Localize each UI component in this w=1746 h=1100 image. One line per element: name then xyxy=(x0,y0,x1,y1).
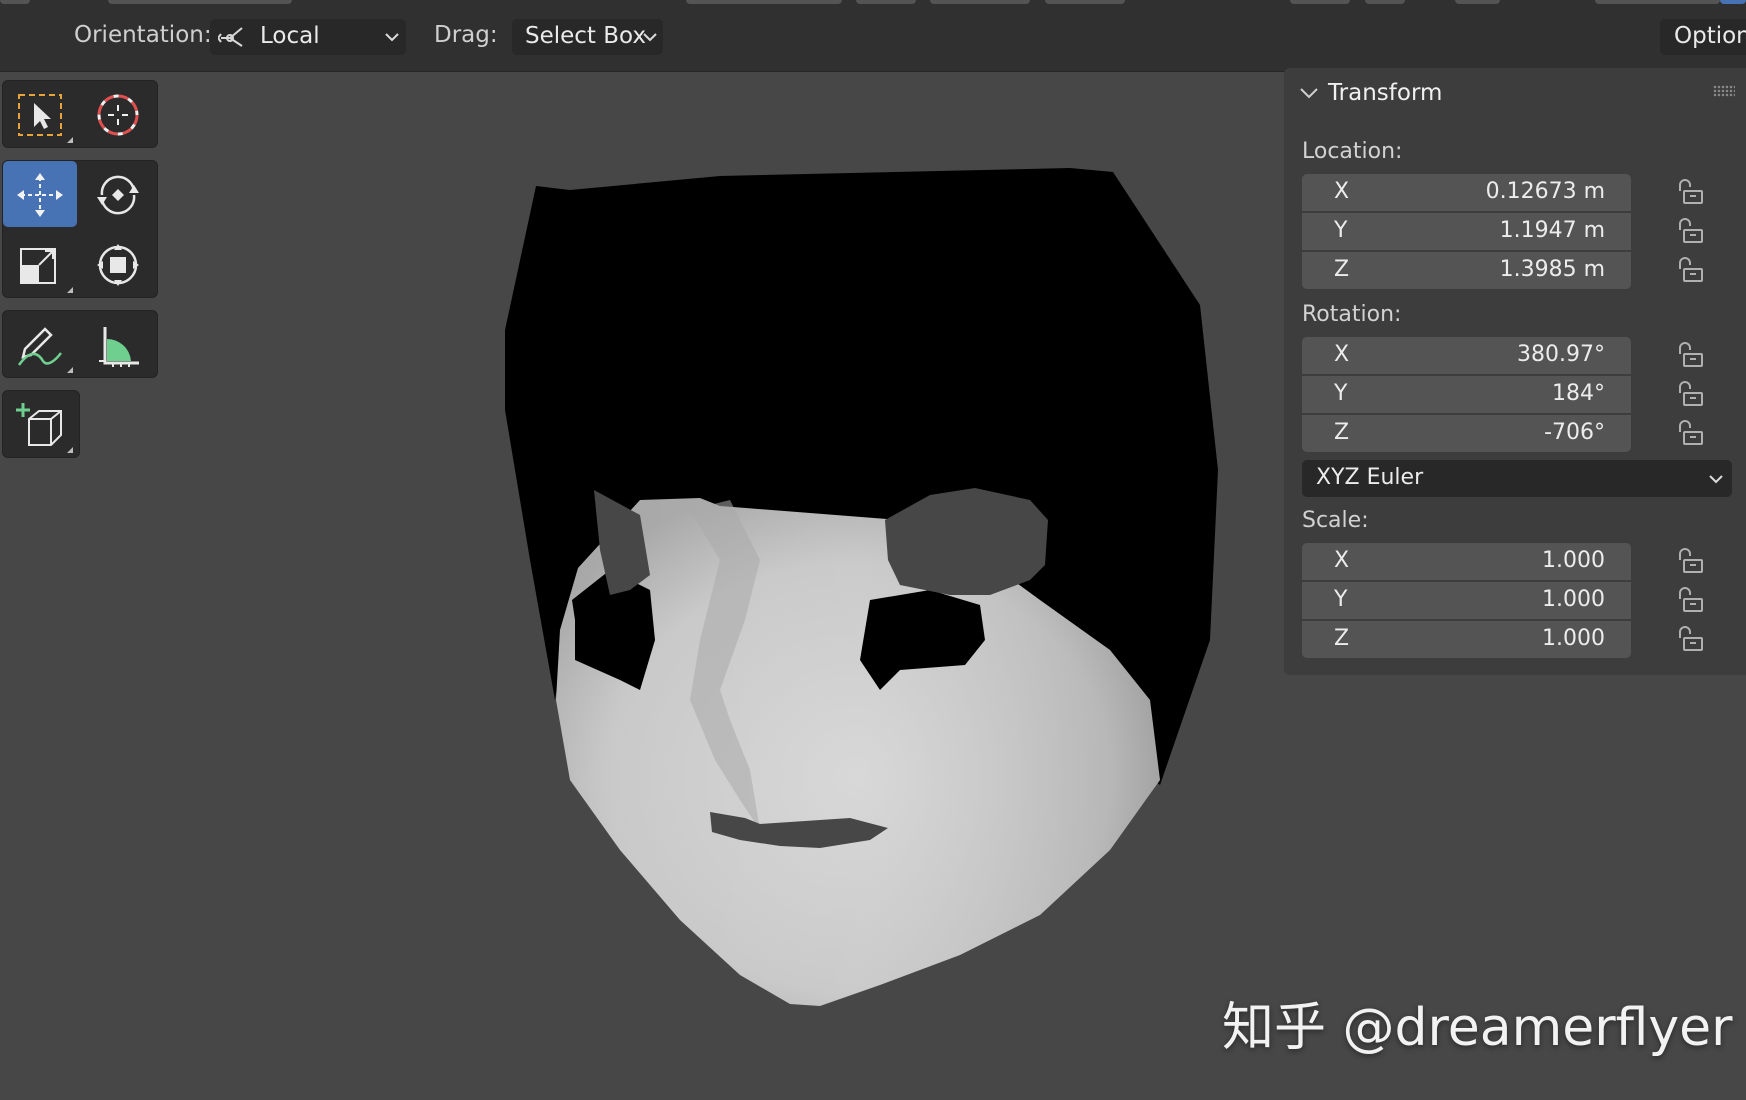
rotate-tool[interactable] xyxy=(81,161,155,227)
annotate-icon xyxy=(17,327,62,366)
lock-icon[interactable] xyxy=(1675,548,1705,574)
axis-label: Z xyxy=(1334,626,1350,651)
select-box-tool[interactable] xyxy=(3,81,77,147)
lock-icon[interactable] xyxy=(1675,626,1705,652)
toolbar-group-annotate xyxy=(2,310,158,378)
field-value: -706° xyxy=(1544,420,1605,445)
location-z-field[interactable]: Z 1.3985 m xyxy=(1302,252,1631,289)
location-x-field[interactable]: X 0.12673 m xyxy=(1302,174,1631,211)
cursor-icon xyxy=(97,94,139,136)
rotation-x-field[interactable]: X 380.97° xyxy=(1302,337,1631,374)
field-value: 380.97° xyxy=(1517,342,1605,367)
lock-icon[interactable] xyxy=(1675,381,1705,407)
axis-label: X xyxy=(1334,179,1350,204)
scale-label: Scale: xyxy=(1302,508,1369,533)
field-value: 1.000 xyxy=(1542,548,1605,573)
axis-label: Y xyxy=(1334,587,1348,612)
add-cube-icon xyxy=(16,403,62,446)
axis-label: X xyxy=(1334,342,1350,367)
field-value: 1.000 xyxy=(1542,587,1605,612)
transform-icon xyxy=(97,244,139,286)
rotation-mode-value: XYZ Euler xyxy=(1316,465,1424,490)
scale-tool[interactable] xyxy=(3,231,77,297)
annotate-tool[interactable] xyxy=(3,311,77,377)
measure-tool[interactable] xyxy=(81,311,155,377)
axis-label: Z xyxy=(1334,257,1350,282)
watermark-text: 知乎 @dreamerflyer xyxy=(1222,998,1733,1058)
field-value: 1.000 xyxy=(1542,626,1605,651)
move-tool[interactable] xyxy=(3,161,77,227)
lock-icon[interactable] xyxy=(1675,342,1705,368)
measure-icon xyxy=(99,327,139,367)
rotation-label: Rotation: xyxy=(1302,302,1402,327)
toolbar-group-transform xyxy=(2,160,158,298)
lock-icon[interactable] xyxy=(1675,179,1705,205)
axis-label: Z xyxy=(1334,420,1350,445)
toolbar-group-select xyxy=(2,80,158,148)
panel-title[interactable]: Transform xyxy=(1328,80,1442,106)
move-icon xyxy=(17,173,63,217)
rotation-y-field[interactable]: Y 184° xyxy=(1302,376,1631,413)
lock-icon[interactable] xyxy=(1675,587,1705,613)
select-box-icon xyxy=(18,94,62,136)
scale-icon xyxy=(20,248,56,284)
field-value: 0.12673 m xyxy=(1485,179,1605,204)
rotation-z-field[interactable]: Z -706° xyxy=(1302,415,1631,452)
field-value: 1.1947 m xyxy=(1499,218,1605,243)
transform-tool[interactable] xyxy=(81,231,155,297)
scale-x-field[interactable]: X 1.000 xyxy=(1302,543,1631,580)
drag-grip-icon[interactable] xyxy=(1713,85,1735,97)
scale-y-field[interactable]: Y 1.000 xyxy=(1302,582,1631,619)
location-label: Location: xyxy=(1302,139,1403,164)
field-value: 1.3985 m xyxy=(1499,257,1605,282)
field-value: 184° xyxy=(1552,381,1605,406)
scale-z-field[interactable]: Z 1.000 xyxy=(1302,621,1631,658)
rotate-icon xyxy=(97,175,139,215)
lock-icon[interactable] xyxy=(1675,257,1705,283)
toolbar-group-add xyxy=(2,390,80,458)
axis-label: Y xyxy=(1334,218,1348,243)
rotation-mode-dropdown[interactable]: XYZ Euler xyxy=(1302,460,1732,497)
cursor-tool[interactable] xyxy=(81,81,155,147)
lock-icon[interactable] xyxy=(1675,218,1705,244)
axis-label: X xyxy=(1334,548,1350,573)
lock-icon[interactable] xyxy=(1675,420,1705,446)
chevron-down-icon xyxy=(1709,475,1723,484)
axis-label: Y xyxy=(1334,381,1348,406)
location-y-field[interactable]: Y 1.1947 m xyxy=(1302,213,1631,250)
chevron-down-icon[interactable] xyxy=(1298,84,1320,102)
add-cube-tool[interactable] xyxy=(3,391,77,457)
